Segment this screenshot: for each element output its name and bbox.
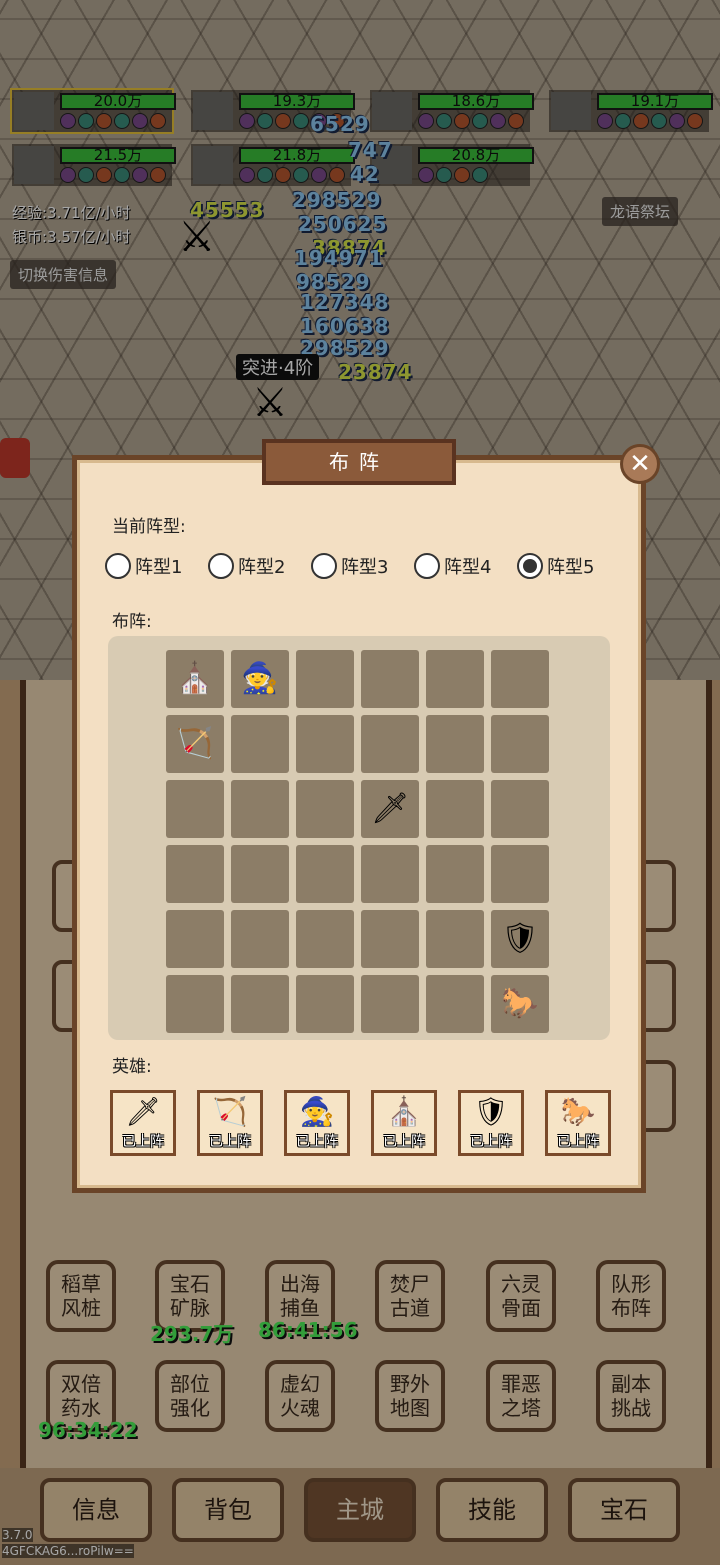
grid-cell[interactable] <box>361 910 419 968</box>
heroes-label: 英雄: <box>112 1057 152 1077</box>
grid-cell[interactable] <box>426 975 484 1033</box>
hero-slot[interactable]: 🗡 已上阵 <box>110 1090 176 1156</box>
grid-cell[interactable] <box>426 650 484 708</box>
grid-cell[interactable] <box>361 715 419 773</box>
grid-cell[interactable] <box>166 975 224 1033</box>
dialog-title: 布阵 <box>262 439 456 485</box>
placed-hero-sprite[interactable]: 🏹 <box>166 715 224 773</box>
close-icon[interactable]: ✕ <box>620 444 660 484</box>
placed-hero-sprite[interactable]: 🗡 <box>361 780 419 838</box>
hero-slot[interactable]: 🛡 已上阵 <box>458 1090 524 1156</box>
grid-cell[interactable] <box>426 910 484 968</box>
grid-cell[interactable] <box>426 715 484 773</box>
grid-cell[interactable] <box>491 715 549 773</box>
grid-cell[interactable] <box>296 975 354 1033</box>
formation-radio-4[interactable]: 阵型4 <box>414 553 491 579</box>
formation-radio-3[interactable]: 阵型3 <box>311 553 388 579</box>
grid-cell[interactable] <box>166 845 224 903</box>
grid-cell[interactable] <box>296 650 354 708</box>
grid-cell[interactable] <box>296 780 354 838</box>
grid-cell[interactable] <box>361 650 419 708</box>
formation-radio-1[interactable]: 阵型1 <box>105 553 182 579</box>
hero-slot[interactable]: 🏹 已上阵 <box>197 1090 263 1156</box>
grid-cell[interactable] <box>491 780 549 838</box>
placed-hero-sprite[interactable]: ⛪ <box>166 650 224 708</box>
grid-cell[interactable] <box>296 715 354 773</box>
grid-cell[interactable] <box>296 910 354 968</box>
grid-cell[interactable] <box>361 845 419 903</box>
grid-cell[interactable] <box>426 780 484 838</box>
grid-cell[interactable] <box>231 845 289 903</box>
layout-label: 布阵: <box>112 612 152 632</box>
hero-slot[interactable]: 🐎 已上阵 <box>545 1090 611 1156</box>
hero-slot[interactable]: 🧙 已上阵 <box>284 1090 350 1156</box>
grid-cell[interactable] <box>491 845 549 903</box>
formation-radio-5[interactable]: 阵型5 <box>517 553 594 579</box>
grid-cell[interactable] <box>361 975 419 1033</box>
grid-cell[interactable] <box>231 715 289 773</box>
formation-radio-2[interactable]: 阵型2 <box>208 553 285 579</box>
grid-cell[interactable] <box>166 910 224 968</box>
hero-slot[interactable]: ⛪ 已上阵 <box>371 1090 437 1156</box>
placed-hero-sprite[interactable]: 🧙 <box>231 650 289 708</box>
current-formation-label: 当前阵型: <box>112 517 186 537</box>
grid-cell[interactable] <box>231 910 289 968</box>
grid-cell[interactable] <box>231 780 289 838</box>
placed-hero-sprite[interactable]: 🛡 <box>491 910 549 968</box>
grid-cell[interactable] <box>166 780 224 838</box>
grid-cell[interactable] <box>231 975 289 1033</box>
grid-cell[interactable] <box>426 845 484 903</box>
placed-hero-sprite[interactable]: 🐎 <box>491 975 549 1033</box>
grid-cell[interactable] <box>491 650 549 708</box>
grid-cell[interactable] <box>296 845 354 903</box>
